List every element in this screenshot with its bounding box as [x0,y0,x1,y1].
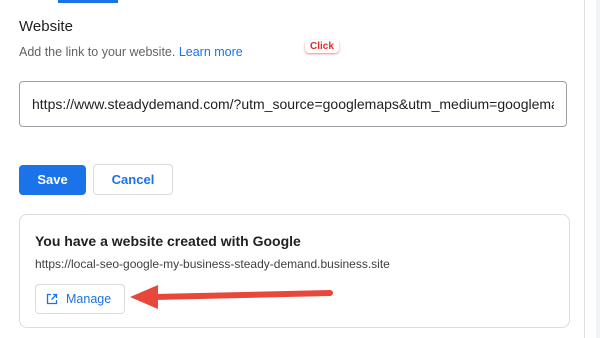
scrollbar-track[interactable] [596,0,600,338]
website-hint-text: Add the link to your website. [19,45,176,59]
learn-more-link[interactable]: Learn more [179,45,243,59]
open-in-new-icon [46,293,58,305]
website-section-title: Website [19,18,73,35]
active-tab-indicator [58,0,118,3]
click-annotation: Click [305,40,339,53]
save-button[interactable]: Save [19,165,86,195]
cancel-button[interactable]: Cancel [93,164,173,195]
manage-button[interactable]: Manage [35,284,125,314]
google-website-title: You have a website created with Google [35,233,301,249]
google-website-card: You have a website created with Google h… [19,214,570,328]
red-arrow-annotation [130,285,333,309]
manage-label: Manage [66,292,112,306]
website-url-input[interactable] [19,81,567,127]
google-website-url: https://local-seo-google-my-business-ste… [35,257,390,271]
website-hint: Add the link to your website. Learn more [19,45,243,59]
